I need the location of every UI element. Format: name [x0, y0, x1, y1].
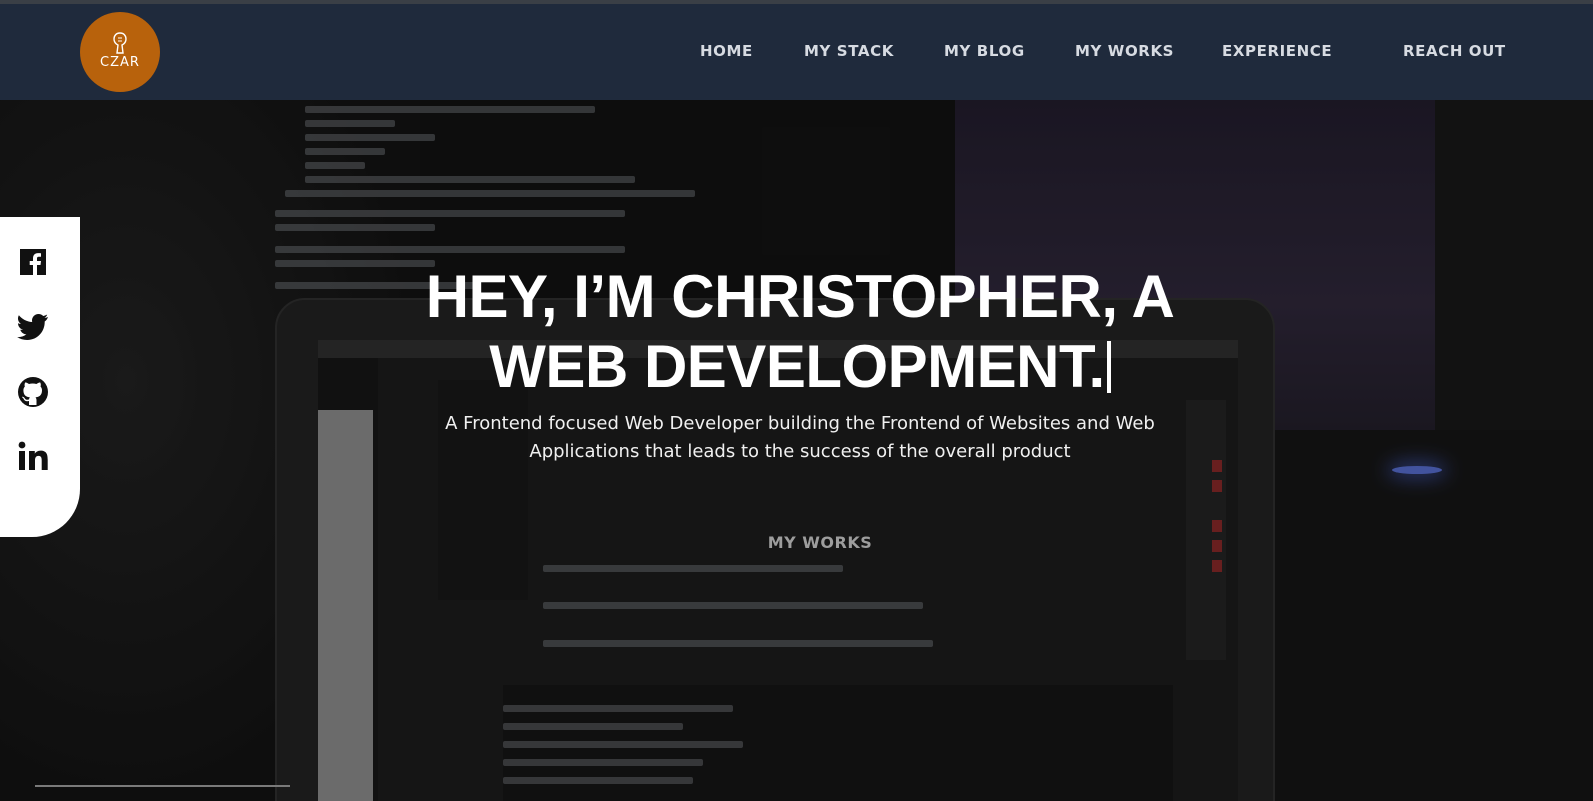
hero-title-line2-wrap: WEB DEVELOPMENT.	[395, 332, 1205, 402]
typing-cursor	[1106, 341, 1111, 393]
page: CZAR HOME MY STACK MY BLOG MY WORKS EXPE…	[0, 0, 1593, 801]
site-header: CZAR HOME MY STACK MY BLOG MY WORKS EXPE…	[0, 4, 1593, 100]
nav-my-works[interactable]: MY WORKS	[1075, 42, 1174, 60]
linkedin-icon[interactable]	[16, 439, 50, 473]
github-icon[interactable]	[16, 375, 50, 409]
bottom-divider	[35, 785, 290, 787]
main-nav: HOME MY STACK MY BLOG MY WORKS EXPERIENC…	[0, 4, 1593, 100]
nav-reach-out[interactable]: REACH OUT	[1403, 42, 1506, 60]
nav-experience[interactable]: EXPERIENCE	[1222, 42, 1332, 60]
nav-my-blog[interactable]: MY BLOG	[944, 42, 1025, 60]
hero-title-line2: WEB DEVELOPMENT.	[489, 333, 1105, 400]
hero-subtitle: A Frontend focused Web Developer buildin…	[445, 413, 1155, 462]
my-works-link[interactable]: MY WORKS	[740, 533, 900, 552]
nav-my-stack[interactable]: MY STACK	[804, 42, 894, 60]
hero-title: HEY, I’M CHRISTOPHER, A WEB DEVELOPMENT.	[395, 262, 1205, 402]
facebook-icon[interactable]	[16, 245, 50, 279]
hero-title-line1: HEY, I’M CHRISTOPHER, A	[425, 263, 1175, 330]
social-sidebar	[0, 217, 80, 537]
twitter-icon[interactable]	[16, 310, 50, 344]
nav-home[interactable]: HOME	[700, 42, 753, 60]
